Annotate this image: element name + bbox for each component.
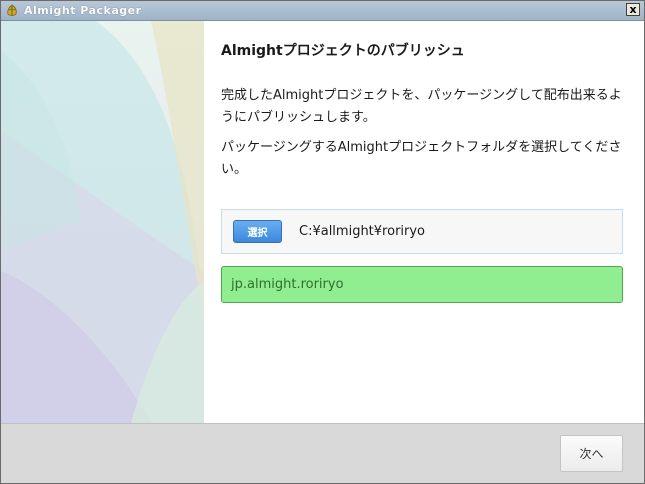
select-folder-button[interactable]: 選択 xyxy=(233,220,282,243)
packager-window: Almight Packager x Almightプロジェクトのパブリッシュ xyxy=(0,0,645,484)
side-artwork-panel xyxy=(1,21,205,423)
close-icon: x xyxy=(629,3,637,16)
app-leaf-icon xyxy=(5,4,19,18)
title-bar[interactable]: Almight Packager x xyxy=(1,1,644,21)
folder-select-row: 選択 C:¥allmight¥roriryo xyxy=(221,209,623,254)
folder-path-text: C:¥allmight¥roriryo xyxy=(299,224,426,239)
instruction-text: パッケージングするAlmightプロジェクトフォルダを選択してください。 xyxy=(221,140,622,177)
next-button[interactable]: 次へ xyxy=(560,435,623,472)
description-text: 完成したAlmightプロジェクトを、パッケージングして配布出来るようにパブリッ… xyxy=(221,88,622,125)
window-title: Almight Packager xyxy=(24,4,142,17)
footer-bar: 次へ xyxy=(1,423,644,483)
page-title: Almightプロジェクトのパブリッシュ xyxy=(221,43,465,59)
wizard-content: Almightプロジェクトのパブリッシュ 完成したAlmightプロジェクトを、… xyxy=(204,21,644,423)
package-name-text: jp.almight.roriryo xyxy=(231,277,344,292)
package-name-field[interactable]: jp.almight.roriryo xyxy=(221,266,623,303)
close-button[interactable]: x xyxy=(626,3,640,16)
side-artwork-image xyxy=(1,21,204,423)
